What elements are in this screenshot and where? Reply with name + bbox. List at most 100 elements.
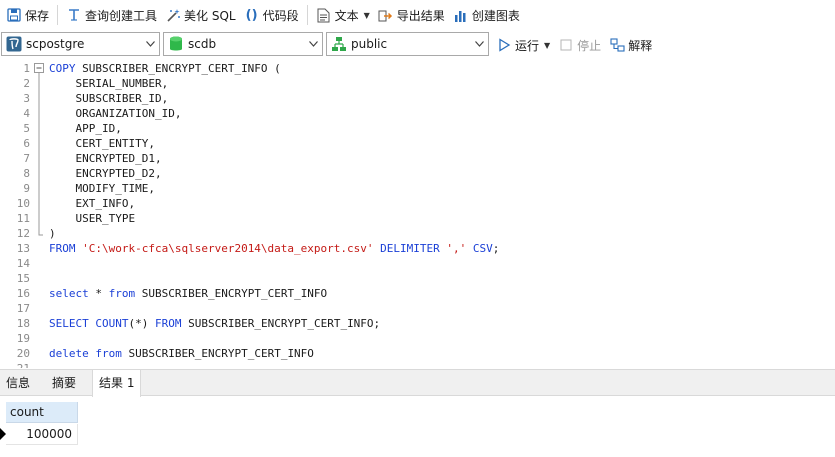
keyword: from xyxy=(108,287,136,300)
database-icon xyxy=(168,36,184,52)
code-line[interactable]: 10 EXT_INFO, xyxy=(0,196,835,211)
code-line[interactable]: 11 USER_TYPE xyxy=(0,211,835,226)
code-text: select * from SUBSCRIBER_ENCRYPT_CERT_IN… xyxy=(49,287,328,300)
code-line[interactable]: 7 ENCRYPTED_D1, xyxy=(0,151,835,166)
run-controls: 运行 ▼ 停止 解释 xyxy=(492,33,656,57)
keyword: DELIMITER xyxy=(380,242,440,255)
line-number: 11 xyxy=(16,212,30,225)
line-number: 1 xyxy=(23,62,30,75)
code-line[interactable]: 3 SUBSCRIBER_ID, xyxy=(0,91,835,106)
run-label: 运行 xyxy=(515,38,540,53)
save-label: 保存 xyxy=(25,8,50,23)
line-number: 8 xyxy=(23,167,30,180)
code-text: APP_ID, xyxy=(49,122,122,135)
code-text: ENCRYPTED_D2, xyxy=(49,167,162,180)
database-select[interactable]: scdb xyxy=(163,32,323,56)
connection-bar: scpostgre scdb public 运行 ▼ 停止 解释 xyxy=(0,31,835,58)
code-text: SELECT COUNT(*) FROM SUBSCRIBER_ENCRYPT_… xyxy=(49,317,381,330)
query-builder-button[interactable]: 查询创建工具 xyxy=(62,2,161,28)
string-literal: ',' xyxy=(446,242,467,255)
line-number: 17 xyxy=(16,302,30,315)
server-select[interactable]: scpostgre xyxy=(1,32,160,56)
line-number: 3 xyxy=(23,92,30,105)
code-line[interactable]: 13 FROM 'C:\work-cfca\sqlserver2014\data_… xyxy=(0,241,835,256)
line-number: 5 xyxy=(23,122,30,135)
schema-select[interactable]: public xyxy=(326,32,489,56)
code-snippet-button[interactable]: () 代码段 xyxy=(240,2,303,28)
code-line[interactable]: 8 ENCRYPTED_D2, xyxy=(0,166,835,181)
code-line[interactable]: 9 MODIFY_TIME, xyxy=(0,181,835,196)
toolbar-divider xyxy=(306,5,308,25)
keyword: SELECT xyxy=(49,317,89,330)
code-text: USER_TYPE xyxy=(49,212,136,225)
keyword: from xyxy=(95,347,122,360)
code-text: SERIAL_NUMBER, xyxy=(49,77,169,90)
line-number: 7 xyxy=(23,152,30,165)
chevron-down-icon xyxy=(470,33,488,55)
beautify-sql-button[interactable]: 美化 SQL xyxy=(161,2,240,28)
code-line[interactable]: 18 SELECT COUNT(*) FROM SUBSCRIBER_ENCRYP… xyxy=(0,316,835,331)
code-line[interactable]: 17 xyxy=(0,301,835,316)
code-text: SUBSCRIBER_ID, xyxy=(49,92,169,105)
stop-label: 停止 xyxy=(577,38,602,53)
code-line[interactable]: 15 xyxy=(0,271,835,286)
code-line[interactable]: 19 xyxy=(0,331,835,346)
line-number: 12 xyxy=(16,227,30,240)
sql-editor[interactable]: 1 COPY SUBSCRIBER_ENCRYPT_CERT_INFO (2 SE… xyxy=(0,60,835,368)
create-chart-button[interactable]: 创建图表 xyxy=(449,2,524,28)
line-number: 2 xyxy=(23,77,30,90)
line-number: 13 xyxy=(16,242,30,255)
save-button[interactable]: 保存 xyxy=(2,2,53,28)
code-text: EXT_INFO, xyxy=(49,197,136,210)
stop-button[interactable]: 停止 xyxy=(554,32,605,58)
query-builder-label: 查询创建工具 xyxy=(85,8,158,23)
text-mode-button[interactable]: 文本 ▼ xyxy=(312,2,374,28)
code-text: ORGANIZATION_ID, xyxy=(49,107,182,120)
save-icon xyxy=(6,7,22,23)
schema-value: public xyxy=(351,37,388,51)
code-line[interactable]: 21 xyxy=(0,361,835,368)
code-text: FROM 'C:\work-cfca\sqlserver2014\data_ex… xyxy=(49,242,500,255)
code-text: MODIFY_TIME, xyxy=(49,182,155,195)
magic-wand-icon xyxy=(165,7,181,23)
tab-result-1[interactable]: 结果 1 xyxy=(92,370,142,398)
code-line[interactable]: 12) xyxy=(0,226,835,241)
line-number: 20 xyxy=(16,347,30,360)
code-line[interactable]: 16 select * from SUBSCRIBER_ENCRYPT_CERT_… xyxy=(0,286,835,301)
parentheses-icon: () xyxy=(245,7,258,23)
line-number: 14 xyxy=(16,257,30,270)
line-number: 10 xyxy=(16,197,30,210)
code-line[interactable]: 20 delete from SUBSCRIBER_ENCRYPT_CERT_IN… xyxy=(0,346,835,361)
database-value: scdb xyxy=(188,37,217,51)
code-line[interactable]: 5 APP_ID, xyxy=(0,121,835,136)
schema-icon xyxy=(331,36,347,52)
bar-chart-icon xyxy=(453,7,469,23)
table-cell[interactable]: 100000 xyxy=(6,424,78,445)
chevron-down-icon xyxy=(304,33,322,55)
code-line[interactable]: 14 xyxy=(0,256,835,271)
toolbar-divider xyxy=(57,5,59,25)
line-number: 21 xyxy=(0,361,30,368)
keyword: FROM xyxy=(155,317,182,330)
chevron-down-icon xyxy=(141,33,159,55)
line-number: 18 xyxy=(16,317,30,330)
keyword: delete xyxy=(49,347,89,360)
export-results-button[interactable]: 导出结果 xyxy=(374,2,449,28)
code-line[interactable]: 6 CERT_ENTITY, xyxy=(0,136,835,151)
line-number: 15 xyxy=(16,272,30,285)
code-line[interactable]: 2 SERIAL_NUMBER, xyxy=(0,76,835,91)
tab-summary[interactable]: 摘要 xyxy=(46,370,82,396)
play-icon xyxy=(496,37,512,53)
explain-button[interactable]: 解释 xyxy=(605,32,656,58)
line-number: 19 xyxy=(16,332,30,345)
tab-info[interactable]: 信息 xyxy=(0,370,36,396)
explain-label: 解释 xyxy=(628,38,653,53)
code-text: COPY SUBSCRIBER_ENCRYPT_CERT_INFO ( xyxy=(49,62,281,75)
column-header-count[interactable]: count xyxy=(6,402,78,423)
run-button[interactable]: 运行 ▼ xyxy=(492,32,554,58)
code-line[interactable]: 1 COPY SUBSCRIBER_ENCRYPT_CERT_INFO ( xyxy=(0,61,835,76)
caret-down-icon[interactable]: ▼ xyxy=(544,41,550,50)
code-line[interactable]: 4 ORGANIZATION_ID, xyxy=(0,106,835,121)
string-literal: 'C:\work-cfca\sqlserver2014\data_export.… xyxy=(82,242,374,255)
line-number: 9 xyxy=(23,182,30,195)
